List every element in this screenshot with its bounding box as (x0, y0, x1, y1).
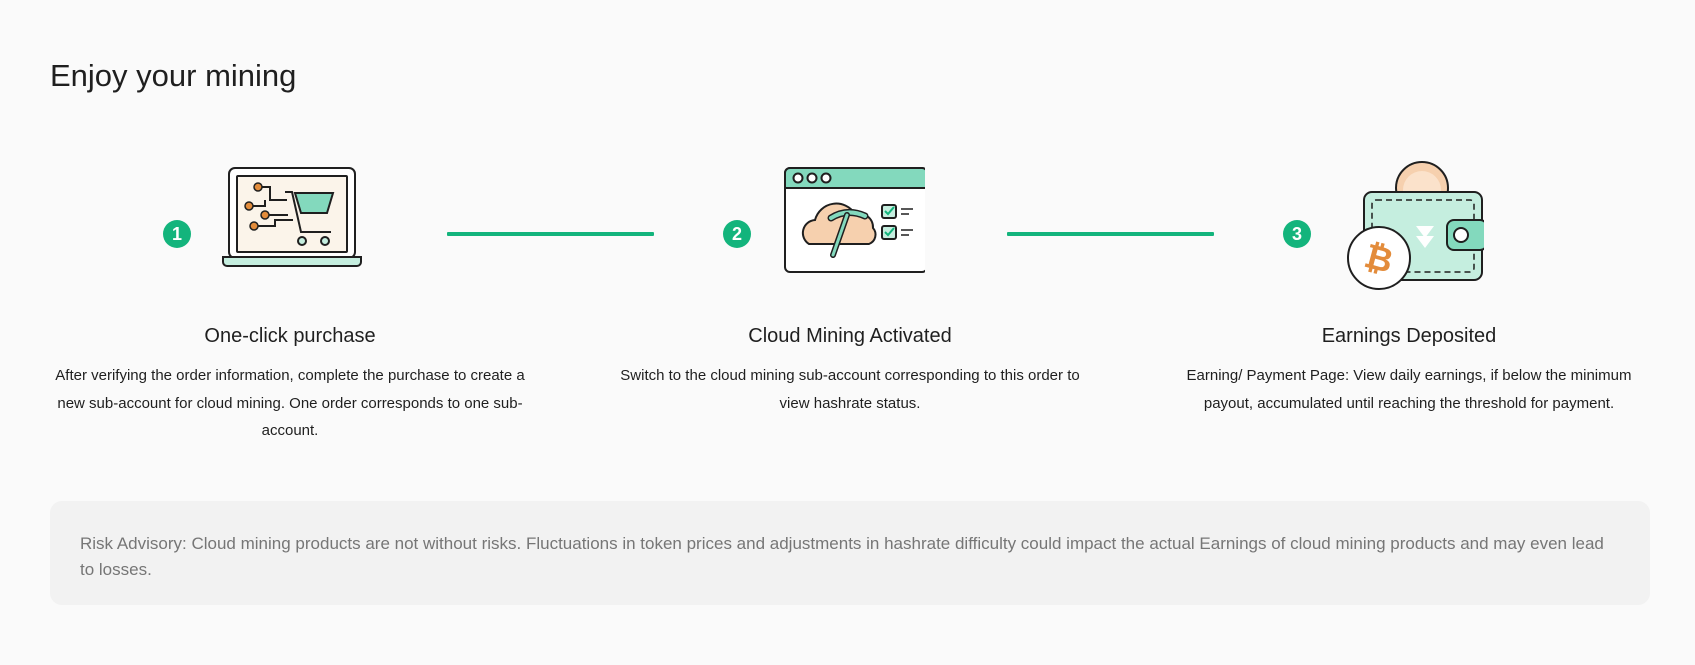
step-connector-line (1007, 232, 1214, 236)
cloud-mining-window-icon (775, 160, 928, 300)
mining-steps-page: Enjoy your mining 1 One-click purchase A… (0, 0, 1695, 665)
step-title: Cloud Mining Activated (748, 325, 952, 347)
risk-advisory-box: Risk Advisory: Cloud mining products are… (50, 501, 1650, 605)
step-earnings-deposited: 3 ₿ Earnings Deposited Earning/ Payment … (1169, 0, 1649, 460)
risk-advisory-text: Risk Advisory: Cloud mining products are… (80, 534, 1604, 579)
laptop-cart-icon (215, 160, 365, 300)
step-description: Switch to the cloud mining sub-account c… (620, 367, 1080, 412)
step-description: Earning/ Payment Page: View daily earnin… (1186, 367, 1632, 412)
step-number-badge: 2 (723, 220, 751, 248)
step-title: Earnings Deposited (1321, 325, 1497, 347)
step-title: One-click purchase (204, 325, 376, 347)
step-connector-line (447, 232, 654, 236)
step-description: After verifying the order information, c… (55, 367, 525, 439)
step-number-badge: 1 (163, 220, 191, 248)
step-cloud-mining-activated: 2 Cloud Mining Activated Switch to the c… (610, 0, 1090, 460)
step-one-click-purchase: 1 One-click purchase After verifying the… (50, 0, 530, 460)
wallet-bitcoin-icon: ₿ (1334, 160, 1488, 300)
steps-section: 1 One-click purchase After verifying the… (0, 0, 1695, 460)
step-number-badge: 3 (1283, 220, 1311, 248)
